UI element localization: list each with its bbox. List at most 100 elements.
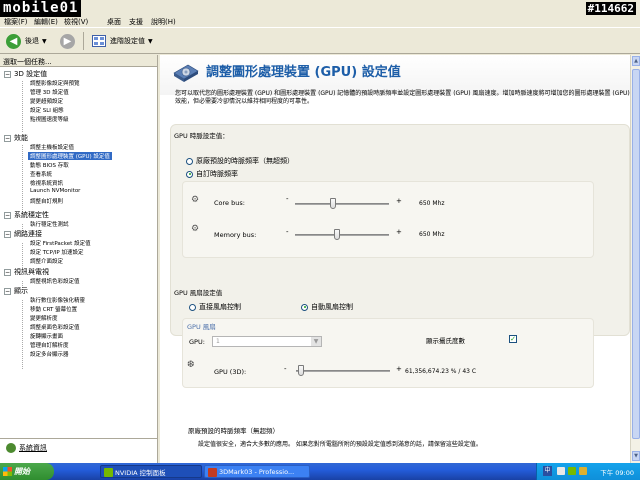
tree-item[interactable]: 調整自訂規則 xyxy=(30,197,63,205)
core-plus[interactable]: + xyxy=(396,197,402,205)
tree-category-video[interactable]: − 視訊與電視 xyxy=(4,267,49,277)
tree-item[interactable]: 管理 3D 設定值 xyxy=(30,88,69,96)
chevron-down-icon[interactable]: ▼ xyxy=(42,38,47,45)
gpu-select-label: GPU: xyxy=(189,338,205,346)
start-button[interactable]: 開始 xyxy=(0,463,54,480)
scroll-up-icon[interactable]: ▲ xyxy=(632,56,640,66)
tree-item[interactable]: 設定 SLI 組態 xyxy=(30,106,64,114)
menu-desktop[interactable]: 桌面 xyxy=(107,17,121,27)
page-title: 調整圖形處理裝置 (GPU) 設定值 xyxy=(206,65,401,80)
tree-item[interactable]: 檢視系統資訊 xyxy=(30,179,63,187)
core-bus-value: 650 Mhz xyxy=(419,200,445,207)
task-pane: 選取一個任務... −3D 設定值 調整影像設定與預覽 管理 3D 設定值 變更… xyxy=(0,55,158,463)
tree-item[interactable]: 設定 FirstPacket 設定值 xyxy=(30,239,91,247)
collapse-icon[interactable]: − xyxy=(4,268,11,276)
menu-support[interactable]: 支援 xyxy=(129,17,143,27)
view-settings-label: 進階設定值 xyxy=(110,37,145,45)
tree-item[interactable]: 變更超頻設定 xyxy=(30,97,63,105)
collapse-icon[interactable]: − xyxy=(4,287,11,295)
tree-item[interactable]: 執行數位影像強化精靈 xyxy=(30,296,85,304)
language-indicator[interactable]: 中 xyxy=(543,466,552,476)
radio-custom-clock[interactable]: 自訂時脈頻率 xyxy=(186,169,238,179)
gpu3d-plus[interactable]: + xyxy=(396,365,402,373)
radio-circle-selected[interactable] xyxy=(301,303,308,311)
tree-item[interactable]: 查看系統 xyxy=(30,170,52,178)
content-scrollbar[interactable]: ▲ ▼ xyxy=(630,55,640,463)
grid-view-icon xyxy=(92,35,106,47)
memory-bus-slider[interactable] xyxy=(295,234,389,236)
memory-minus[interactable]: - xyxy=(286,228,289,236)
tree-line xyxy=(22,145,23,215)
tree-category-stability[interactable]: − 系統穩定性 xyxy=(4,210,49,220)
back-button[interactable]: ◀ 後退 ▼ xyxy=(6,33,47,49)
system-tray: 中 下午 09:00 xyxy=(536,463,640,480)
forward-button[interactable]: ▶ xyxy=(60,33,75,49)
menu-view[interactable]: 檢視(V) xyxy=(64,17,88,27)
radio-circle[interactable] xyxy=(189,303,196,311)
tree-item[interactable]: 調整視訊色彩設定值 xyxy=(30,277,80,285)
tree-line xyxy=(22,81,23,133)
gpu3d-slider[interactable] xyxy=(296,370,390,372)
taskbar: 開始 NVIDIA 控制面板 3DMark03 - Professio... 中… xyxy=(0,463,640,480)
menu-file[interactable]: 檔案(F) xyxy=(4,17,28,27)
radio-circle[interactable] xyxy=(186,157,193,165)
radio-default-clock[interactable]: 原廠預設的時脈頻率（無超頻） xyxy=(186,156,294,166)
3dmark-icon xyxy=(208,468,217,477)
tree-item[interactable]: 變更解析度 xyxy=(30,314,58,322)
default-clock-description: 設定值很安全，適合大多數的應用。 如果您對所電腦所附的預設設定值感到滿意的話，請… xyxy=(198,441,482,448)
task-3dmark03[interactable]: 3DMark03 - Professio... xyxy=(204,465,310,478)
tree-category-3d[interactable]: −3D 設定值 xyxy=(4,69,47,79)
collapse-icon[interactable]: − xyxy=(4,70,11,78)
gpu3d-slider-thumb[interactable] xyxy=(297,365,304,376)
tree-item[interactable]: 調整桌面色彩設定值 xyxy=(30,323,80,331)
tree-item[interactable]: 動態 BIOS 存取 xyxy=(30,161,69,169)
scroll-thumb[interactable] xyxy=(632,69,640,439)
show-celsius-checkbox[interactable]: ✓ xyxy=(509,335,517,343)
collapse-icon[interactable]: − xyxy=(4,134,11,142)
memory-bus-slider-thumb[interactable] xyxy=(334,229,341,240)
tree-item[interactable]: Launch NVMonitor xyxy=(30,188,80,194)
gpu-card-icon xyxy=(173,64,199,82)
tree-item[interactable]: 移動 CRT 螢幕位置 xyxy=(30,305,77,313)
core-bus-slider-thumb[interactable] xyxy=(329,198,336,209)
toolbar-separator xyxy=(83,32,84,50)
core-bus-slider[interactable] xyxy=(295,203,389,205)
tree-item[interactable]: 執行穩定性測試 xyxy=(30,220,69,228)
menu-help[interactable]: 說明(H) xyxy=(151,17,176,27)
tree-item[interactable]: 調整介面設定 xyxy=(30,257,63,265)
radio-auto-fan[interactable]: 自動風扇控制 xyxy=(301,302,353,312)
screenshot-id: #114662 xyxy=(585,2,636,15)
tray-app-icon[interactable] xyxy=(557,467,565,475)
gpu3d-minus[interactable]: - xyxy=(284,365,287,373)
info-icon xyxy=(6,443,16,453)
scroll-down-icon[interactable]: ▼ xyxy=(632,451,640,461)
tree-item[interactable]: 點視圖速度等級 xyxy=(30,115,69,123)
tree-line xyxy=(22,300,23,370)
tree-item[interactable]: 設定 TCP/IP 加速設定 xyxy=(30,248,83,256)
tree-category-display[interactable]: − 顯示 xyxy=(4,286,28,296)
tray-volume-icon[interactable] xyxy=(579,467,587,475)
system-info-link[interactable]: 系統資訊 xyxy=(6,443,47,453)
chevron-down-icon[interactable]: ▼ xyxy=(311,337,321,346)
radio-circle-selected[interactable] xyxy=(186,170,193,178)
memory-plus[interactable]: + xyxy=(396,228,402,236)
tree-item[interactable]: 調整主機板設定值 xyxy=(30,143,74,151)
tree-item-selected[interactable]: 調整圖形處理裝置 (GPU) 設定值 xyxy=(28,152,112,160)
collapse-icon[interactable]: − xyxy=(4,211,11,219)
tree-category-performance[interactable]: − 效能 xyxy=(4,133,28,143)
clock-subpanel xyxy=(182,181,594,258)
collapse-icon[interactable]: − xyxy=(4,230,11,238)
menu-edit[interactable]: 編輯(E) xyxy=(34,17,58,27)
tree-category-network[interactable]: − 網路連接 xyxy=(4,229,42,239)
tree-item[interactable]: 旋轉顯示畫面 xyxy=(30,332,63,340)
view-settings-button[interactable]: 進階設定值 ▼ xyxy=(92,33,153,49)
task-tree: −3D 設定值 調整影像設定與預覽 管理 3D 設定值 變更超頻設定 設定 SL… xyxy=(0,67,158,439)
tree-item[interactable]: 調整影像設定與預覽 xyxy=(30,79,80,87)
task-nvidia-control-panel[interactable]: NVIDIA 控制面板 xyxy=(100,465,202,478)
gpu-select-dropdown[interactable]: 1 ▼ xyxy=(212,336,322,347)
radio-direct-fan[interactable]: 直接風扇控制 xyxy=(189,302,241,312)
tree-item[interactable]: 管理自訂解析度 xyxy=(30,341,69,349)
core-minus[interactable]: - xyxy=(286,195,289,203)
tray-nvidia-icon[interactable] xyxy=(568,467,576,475)
tree-item[interactable]: 設定多台顯示器 xyxy=(30,350,69,358)
